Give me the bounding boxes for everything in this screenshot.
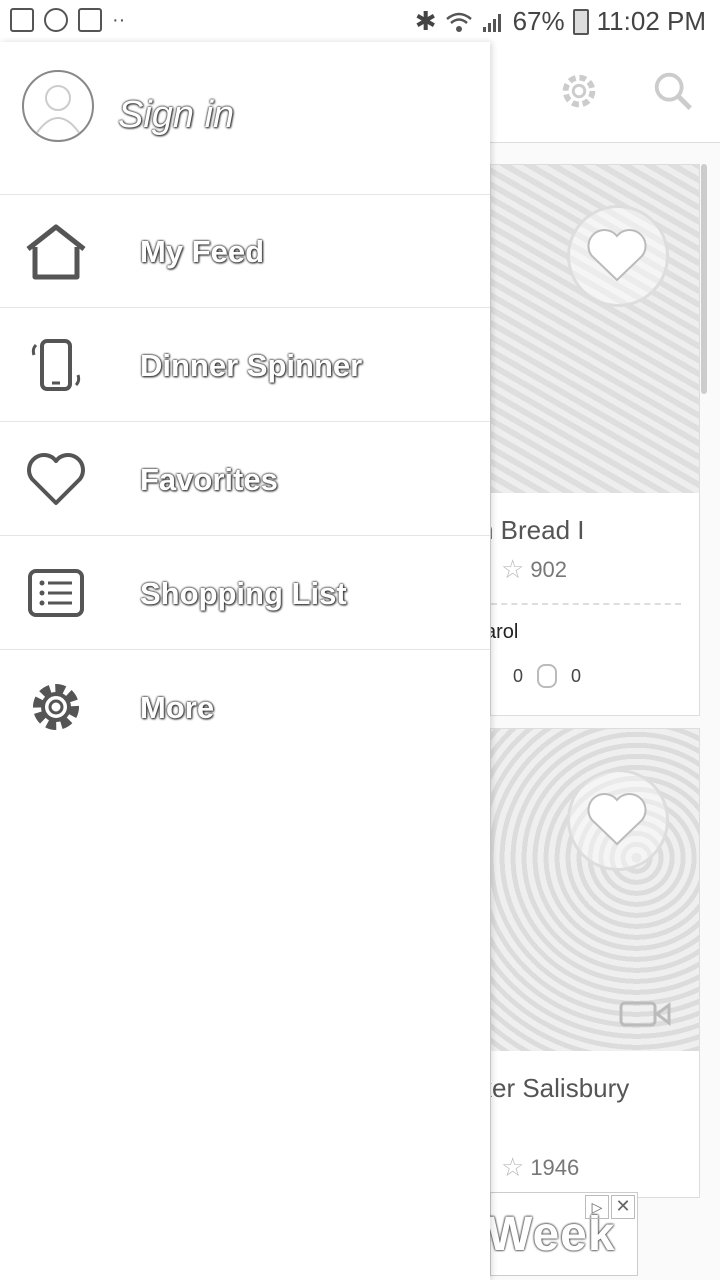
menu-item-label: My Feed xyxy=(140,234,265,269)
list-icon xyxy=(28,569,84,617)
ad-close-button[interactable]: ✕ xyxy=(611,1195,635,1219)
menu-item-favorites[interactable]: Favorites xyxy=(0,422,490,536)
menu-item-label: Dinner Spinner xyxy=(140,348,363,383)
favorite-button[interactable] xyxy=(567,205,669,307)
stat-a-value: 0 xyxy=(513,665,524,686)
gear-icon xyxy=(33,684,79,730)
rating-count: 1946 xyxy=(530,1154,580,1180)
avatar[interactable] xyxy=(22,70,94,142)
background-app: n Bread I ☆ 902 arol 0 0 ker Salisbur xyxy=(490,42,720,1280)
made-it-icon xyxy=(537,664,558,688)
star-icon: ☆ xyxy=(501,554,525,584)
star-icon: ☆ xyxy=(501,1152,525,1182)
recipe-rating: ☆ 902 xyxy=(491,550,699,585)
heart-icon xyxy=(587,793,647,846)
search-icon[interactable] xyxy=(650,68,696,114)
recipe-title: ker Salisbury xyxy=(490,1073,630,1103)
stat-b-value: 0 xyxy=(571,665,582,686)
drawer-header[interactable]: Sign in xyxy=(0,42,490,195)
menu-item-shopping-list[interactable]: Shopping List xyxy=(0,536,490,650)
rating-count: 902 xyxy=(530,556,568,582)
home-icon xyxy=(26,224,86,280)
phone-shake-icon xyxy=(31,339,81,391)
recipe-stats: 0 0 xyxy=(491,644,699,688)
app-toolbar xyxy=(490,42,720,143)
menu-item-label: Favorites xyxy=(140,462,278,497)
navigation-drawer: Sign in My Feed Dinner Spinner Favorites xyxy=(0,42,490,1280)
clock: 11:02 PM xyxy=(596,6,706,36)
signal-icon xyxy=(482,13,501,32)
gallery-icon xyxy=(10,8,34,32)
menu-item-more[interactable]: More xyxy=(0,650,490,764)
recipe-rating: ☆ 1946 xyxy=(491,1108,699,1183)
menu-item-label: More xyxy=(140,690,215,725)
settings-gear-icon[interactable] xyxy=(556,68,602,114)
wifi-icon xyxy=(445,12,472,32)
heart-icon xyxy=(587,229,647,282)
user-icon xyxy=(35,85,81,135)
recipe-title: n Bread I xyxy=(491,515,585,545)
scrollbar[interactable] xyxy=(701,164,707,394)
pinwheel-icon xyxy=(44,8,68,32)
recipe-author: arol xyxy=(491,621,519,643)
ad-choices-icon[interactable]: ▷ xyxy=(585,1195,609,1219)
status-bar: ·· ✱ 67% 11:02 PM xyxy=(0,0,720,42)
video-icon xyxy=(619,1001,671,1027)
menu-item-my-feed[interactable]: My Feed xyxy=(0,194,490,308)
battery-percent: 67% xyxy=(512,6,565,36)
menu-item-label: Shopping List xyxy=(140,576,347,611)
recipe-card[interactable]: n Bread I ☆ 902 arol 0 0 xyxy=(490,164,700,716)
recipe-image xyxy=(491,165,699,493)
recipe-card[interactable]: ker Salisbury ☆ 1946 xyxy=(490,728,700,1198)
battery-icon xyxy=(572,8,589,35)
mail-icon xyxy=(78,8,102,32)
menu-item-dinner-spinner[interactable]: Dinner Spinner xyxy=(0,308,490,422)
recipe-image xyxy=(491,729,699,1051)
ad-banner[interactable]: Week ▷ ✕ xyxy=(490,1192,638,1276)
bluetooth-icon: ✱ xyxy=(414,6,437,36)
sign-in-link[interactable]: Sign in xyxy=(118,94,234,137)
status-notifications: ·· xyxy=(10,8,125,32)
heart-icon xyxy=(27,453,85,505)
status-system: ✱ 67% 11:02 PM xyxy=(415,6,706,37)
more-notifications-icon: ·· xyxy=(112,8,126,31)
favorite-button[interactable] xyxy=(567,769,669,871)
